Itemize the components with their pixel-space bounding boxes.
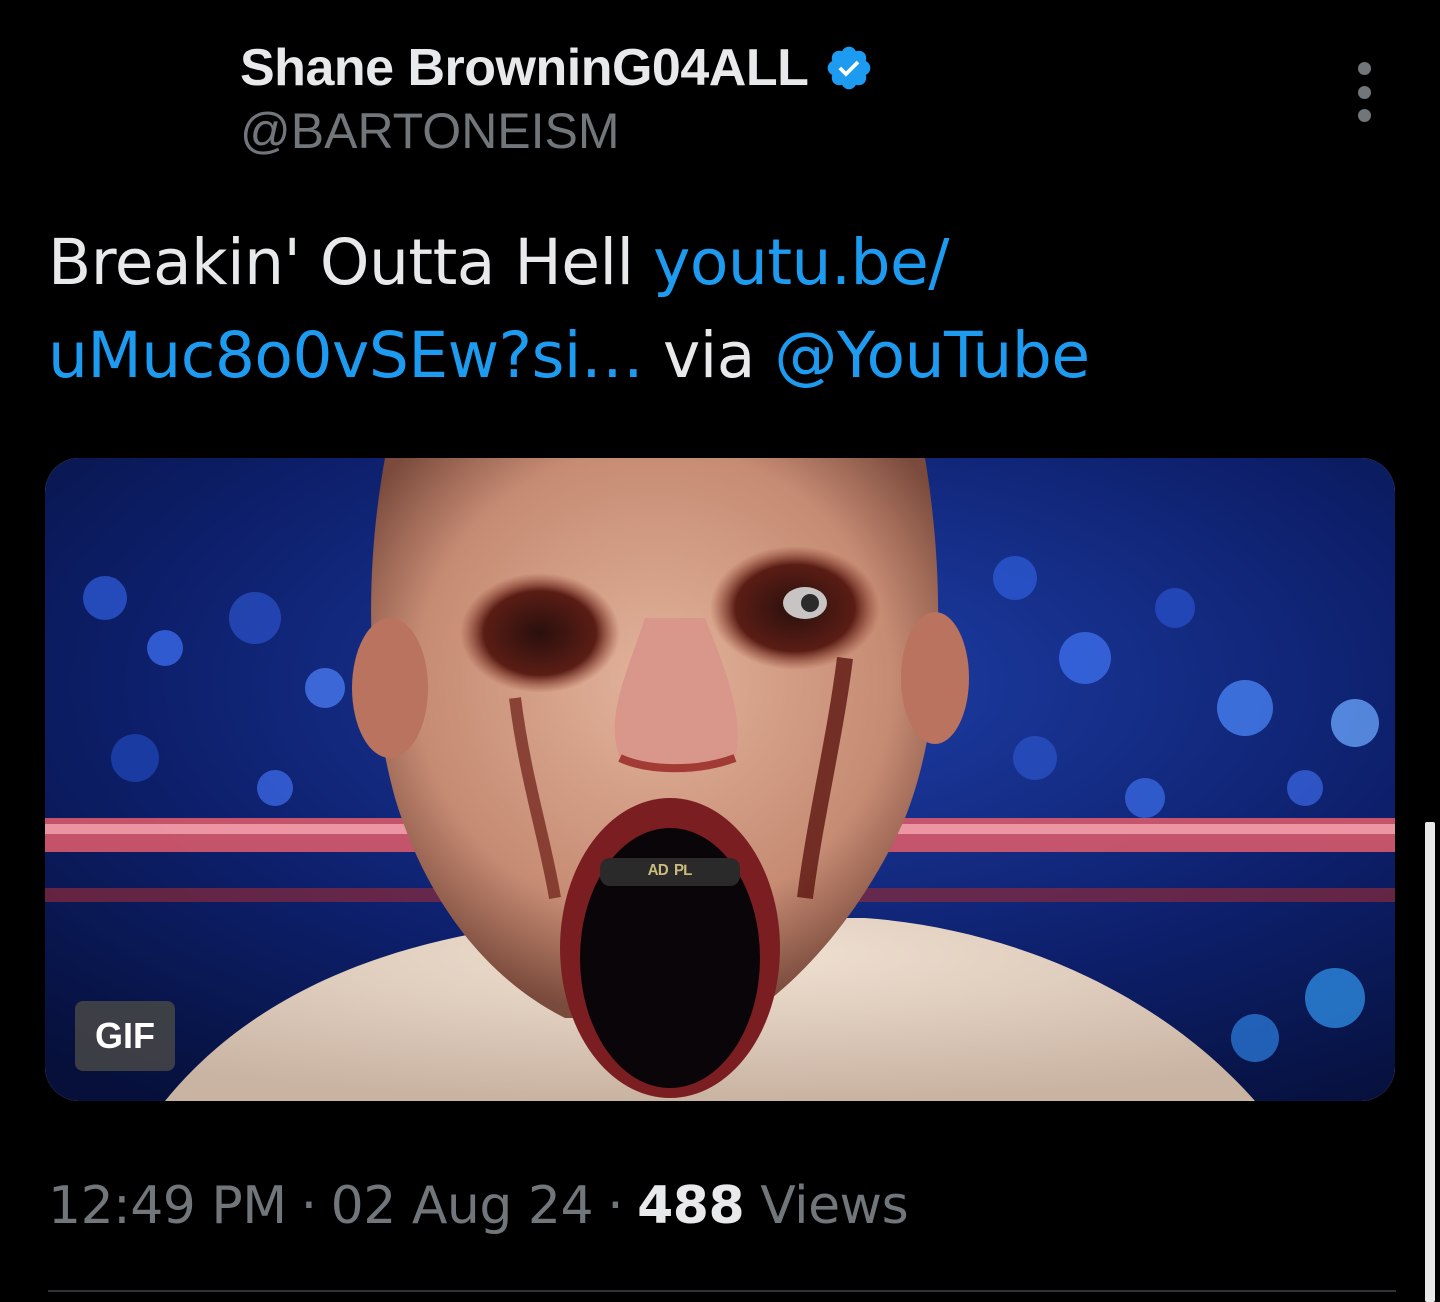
youtube-mention-link[interactable]: @YouTube [774, 319, 1090, 392]
views-count: 488 [637, 1176, 745, 1236]
author-handle[interactable]: @BARTONEISM [240, 102, 1240, 160]
tweet-text: Breakin' Outta Hell youtu.be/ uMuc8o0vSE… [48, 216, 1408, 402]
meta-separator: · [300, 1176, 318, 1236]
tweet-body-text: Breakin' Outta Hell [48, 226, 634, 299]
tweet-meta: 12:49 PM · 02 Aug 24 · 488 Views [48, 1176, 909, 1236]
svg-text:ᴬᴰ ᴾᴸ: ᴬᴰ ᴾᴸ [648, 860, 693, 885]
gif-badge: GIF [75, 1001, 175, 1071]
tweet-header: Shane BrowninG04ALL @BARTONEISM [240, 36, 1240, 160]
verified-badge-icon[interactable] [824, 43, 874, 93]
tweet-time[interactable]: 12:49 PM [48, 1176, 287, 1236]
gif-image: ᴬᴰ ᴾᴸ [45, 458, 1395, 1101]
more-options-button[interactable] [1340, 62, 1388, 122]
meta-separator: · [607, 1176, 624, 1236]
more-vertical-icon-dot [1357, 85, 1371, 99]
tweet-media-gif[interactable]: ᴬᴰ ᴾᴸ GIF [45, 458, 1395, 1101]
scrollbar[interactable] [1425, 822, 1435, 1302]
more-vertical-icon-dot [1357, 109, 1371, 122]
author-row: Shane BrowninG04ALL [240, 36, 1240, 100]
views-label: Views [760, 1176, 909, 1236]
divider [48, 1290, 1396, 1292]
via-text: via [662, 319, 755, 392]
tweet-date[interactable]: 02 Aug 24 [331, 1176, 594, 1236]
more-vertical-icon [1357, 62, 1371, 75]
author-display-name[interactable]: Shane BrowninG04ALL [240, 38, 809, 98]
